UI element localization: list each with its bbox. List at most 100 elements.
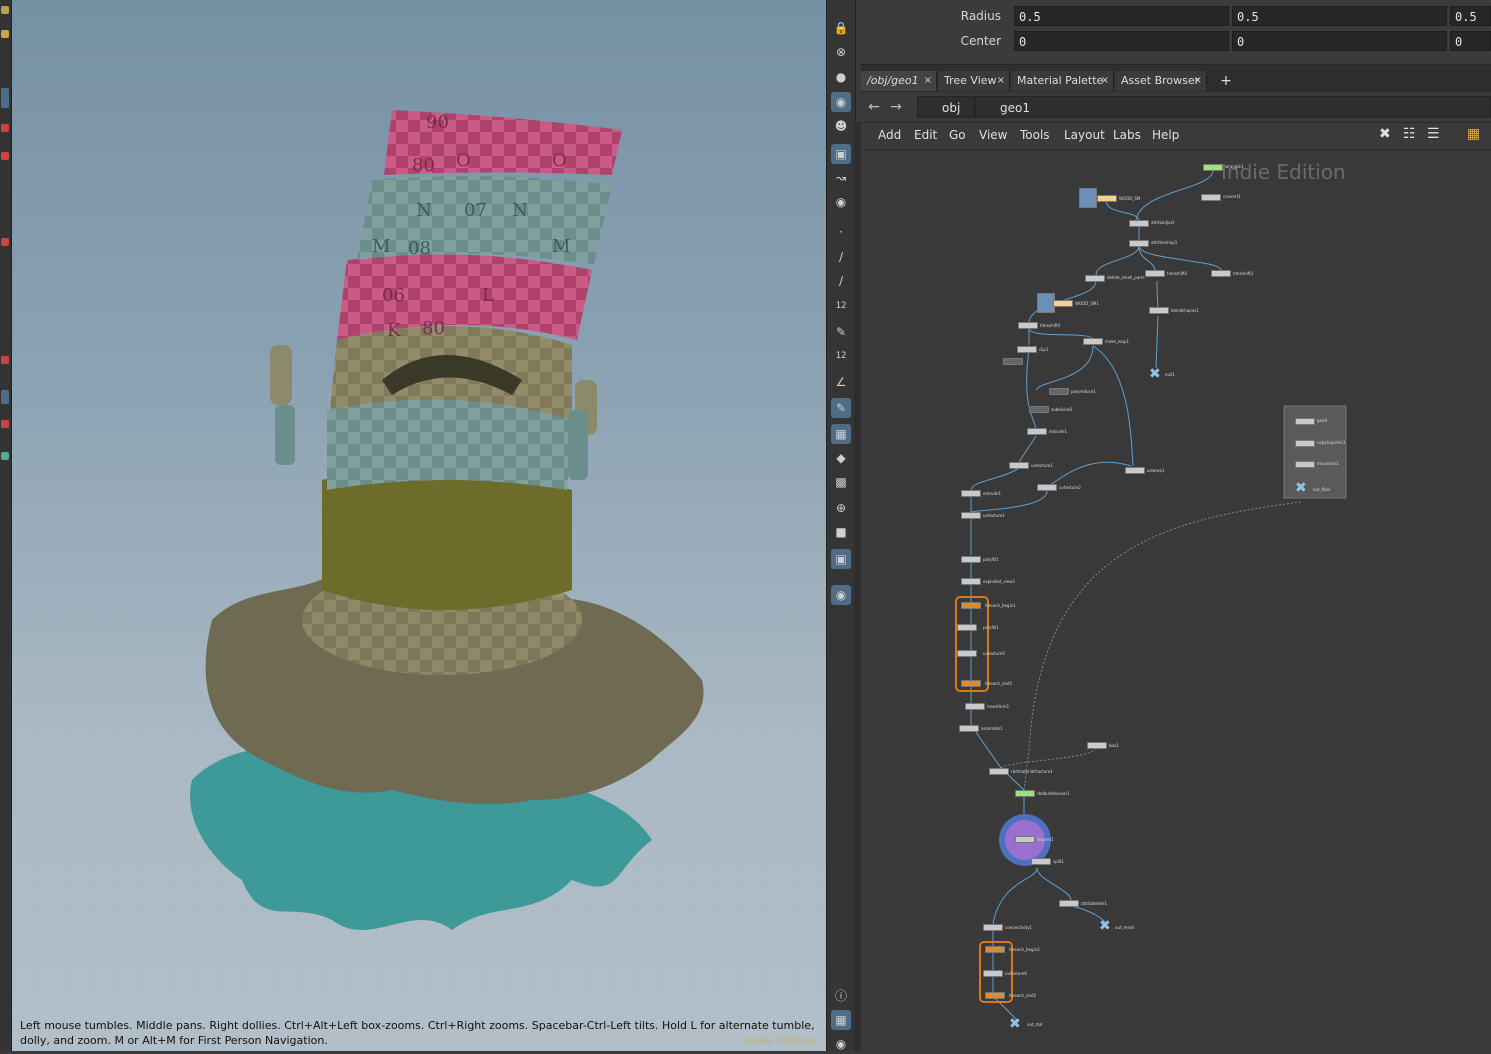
center-y-field[interactable]: 0 <box>1232 31 1447 51</box>
network-node[interactable] <box>1037 484 1057 491</box>
radius-y-field[interactable]: 0.5 <box>1232 6 1447 26</box>
close-icon[interactable]: × <box>924 71 932 91</box>
breadcrumb-obj[interactable]: obj <box>917 96 975 118</box>
stop-icon[interactable]: ■ <box>831 522 851 542</box>
back-arrow-icon[interactable]: ← <box>865 98 883 116</box>
network-node[interactable] <box>1049 388 1069 395</box>
network-node[interactable] <box>983 924 1003 931</box>
radius-z-field[interactable]: 0.5 <box>1450 6 1491 26</box>
texture-icon[interactable]: ▩ <box>831 472 851 492</box>
scene-viewport[interactable]: 90 O 80 O N 07 N M 08 M L 06 K 80 Left m… <box>12 0 826 1051</box>
angle-icon[interactable]: ∠ <box>831 372 851 392</box>
network-node[interactable] <box>1145 270 1165 277</box>
shelf-icon[interactable] <box>1 30 9 38</box>
network-node[interactable] <box>1129 220 1149 227</box>
null-node-icon[interactable]: ✖ <box>1009 1016 1021 1032</box>
network-node[interactable] <box>1059 900 1079 907</box>
palette-icon[interactable]: ▦ <box>1467 126 1480 142</box>
breadcrumb-geo1[interactable]: geo1 <box>975 96 1491 118</box>
network-node[interactable] <box>1201 194 1221 201</box>
close-icon[interactable]: × <box>1101 71 1109 91</box>
shelf-icon[interactable] <box>1 390 9 404</box>
pen-icon[interactable]: ∕ <box>831 271 851 291</box>
network-node[interactable] <box>985 946 1005 953</box>
lock-icon[interactable]: 🔒 <box>831 18 851 38</box>
network-node[interactable] <box>1129 240 1149 247</box>
network-node[interactable] <box>1097 195 1117 202</box>
null-node-icon[interactable]: ✖ <box>1149 366 1161 382</box>
network-node[interactable] <box>1009 462 1029 469</box>
tab-material-palette[interactable]: Material Palette × <box>1011 71 1114 91</box>
menu-go[interactable]: Go <box>949 128 966 142</box>
sphere-icon[interactable]: ● <box>831 67 851 87</box>
network-node[interactable] <box>1087 742 1107 749</box>
network-node[interactable] <box>961 490 981 497</box>
network-node[interactable] <box>961 602 981 609</box>
menu-labs[interactable]: Labs <box>1113 128 1141 142</box>
dot-icon[interactable]: · <box>831 222 851 242</box>
shelf-icon[interactable] <box>1 238 9 246</box>
center-z-field[interactable]: 0 <box>1450 31 1491 51</box>
camera-icon[interactable]: ▣ <box>831 144 851 164</box>
network-node[interactable] <box>957 624 977 631</box>
network-editor[interactable]: Indie Edition wrangle1 convert1 WOOD_SM … <box>861 150 1491 1051</box>
shelf-icon[interactable] <box>1 452 9 460</box>
points-icon[interactable]: 12 <box>831 346 851 366</box>
menu-view[interactable]: View <box>979 128 1007 142</box>
close-icon[interactable]: ⊗ <box>831 42 851 62</box>
null-node-icon[interactable]: ✖ <box>1099 918 1111 934</box>
network-node[interactable] <box>1083 338 1103 345</box>
menu-tools[interactable]: Tools <box>1020 128 1050 142</box>
network-node[interactable] <box>1027 428 1047 435</box>
tab-network[interactable]: /obj/geo1 × <box>861 71 937 91</box>
network-node[interactable] <box>961 680 981 687</box>
close-icon[interactable]: × <box>1194 71 1202 91</box>
network-node[interactable] <box>1295 440 1315 447</box>
brush-icon[interactable]: ∕ <box>831 247 851 267</box>
network-node[interactable] <box>1149 307 1169 314</box>
network-node[interactable] <box>1295 418 1315 425</box>
close-icon[interactable]: × <box>997 71 1005 91</box>
tab-tree-view[interactable]: Tree View × <box>938 71 1010 91</box>
skull-icon[interactable]: ☻ <box>831 116 851 136</box>
shelf-icon[interactable] <box>1 6 9 14</box>
network-node[interactable] <box>1203 164 1223 171</box>
network-node[interactable] <box>961 578 981 585</box>
menu-help[interactable]: Help <box>1152 128 1179 142</box>
network-node[interactable] <box>1017 346 1037 353</box>
network-node[interactable] <box>961 556 981 563</box>
network-node[interactable] <box>1029 406 1049 413</box>
network-node[interactable] <box>1015 836 1035 843</box>
network-node[interactable] <box>1003 358 1023 365</box>
tab-asset-browser[interactable]: Asset Browser × <box>1115 71 1207 91</box>
forward-arrow-icon[interactable]: → <box>887 98 905 116</box>
menu-layout[interactable]: Layout <box>1064 128 1105 142</box>
center-x-field[interactable]: 0 <box>1014 31 1229 51</box>
network-node[interactable] <box>961 512 981 519</box>
network-node[interactable] <box>1031 858 1051 865</box>
network-node[interactable] <box>1053 300 1073 307</box>
network-node[interactable] <box>1015 790 1035 797</box>
network-node[interactable] <box>959 725 979 732</box>
cube-icon[interactable]: ◆ <box>831 448 851 468</box>
shelf-icon[interactable] <box>1 124 9 132</box>
menu-edit[interactable]: Edit <box>914 128 937 142</box>
image-icon[interactable]: ▣ <box>831 549 851 569</box>
network-node[interactable] <box>1211 270 1231 277</box>
null-node-icon[interactable]: ✖ <box>1295 480 1307 496</box>
list-icon[interactable]: ☰ <box>1427 126 1440 142</box>
network-node[interactable] <box>983 970 1003 977</box>
compass-icon[interactable]: ⊕ <box>831 498 851 518</box>
network-node[interactable] <box>985 992 1005 999</box>
points-icon[interactable]: 12 <box>831 296 851 316</box>
camera-capture-icon[interactable]: ◉ <box>831 192 851 212</box>
radius-x-field[interactable]: 0.5 <box>1014 6 1229 26</box>
grid-icon[interactable]: ▦ <box>831 424 851 444</box>
shelf-icon[interactable] <box>1 152 9 160</box>
pin-icon[interactable]: ◉ <box>831 585 851 605</box>
shelf-icon[interactable] <box>1 420 9 428</box>
network-node[interactable] <box>1295 461 1315 468</box>
tree-icon[interactable]: ☷ <box>1403 126 1416 142</box>
grid-icon[interactable]: ▦ <box>831 1010 851 1030</box>
network-node[interactable] <box>989 768 1009 775</box>
